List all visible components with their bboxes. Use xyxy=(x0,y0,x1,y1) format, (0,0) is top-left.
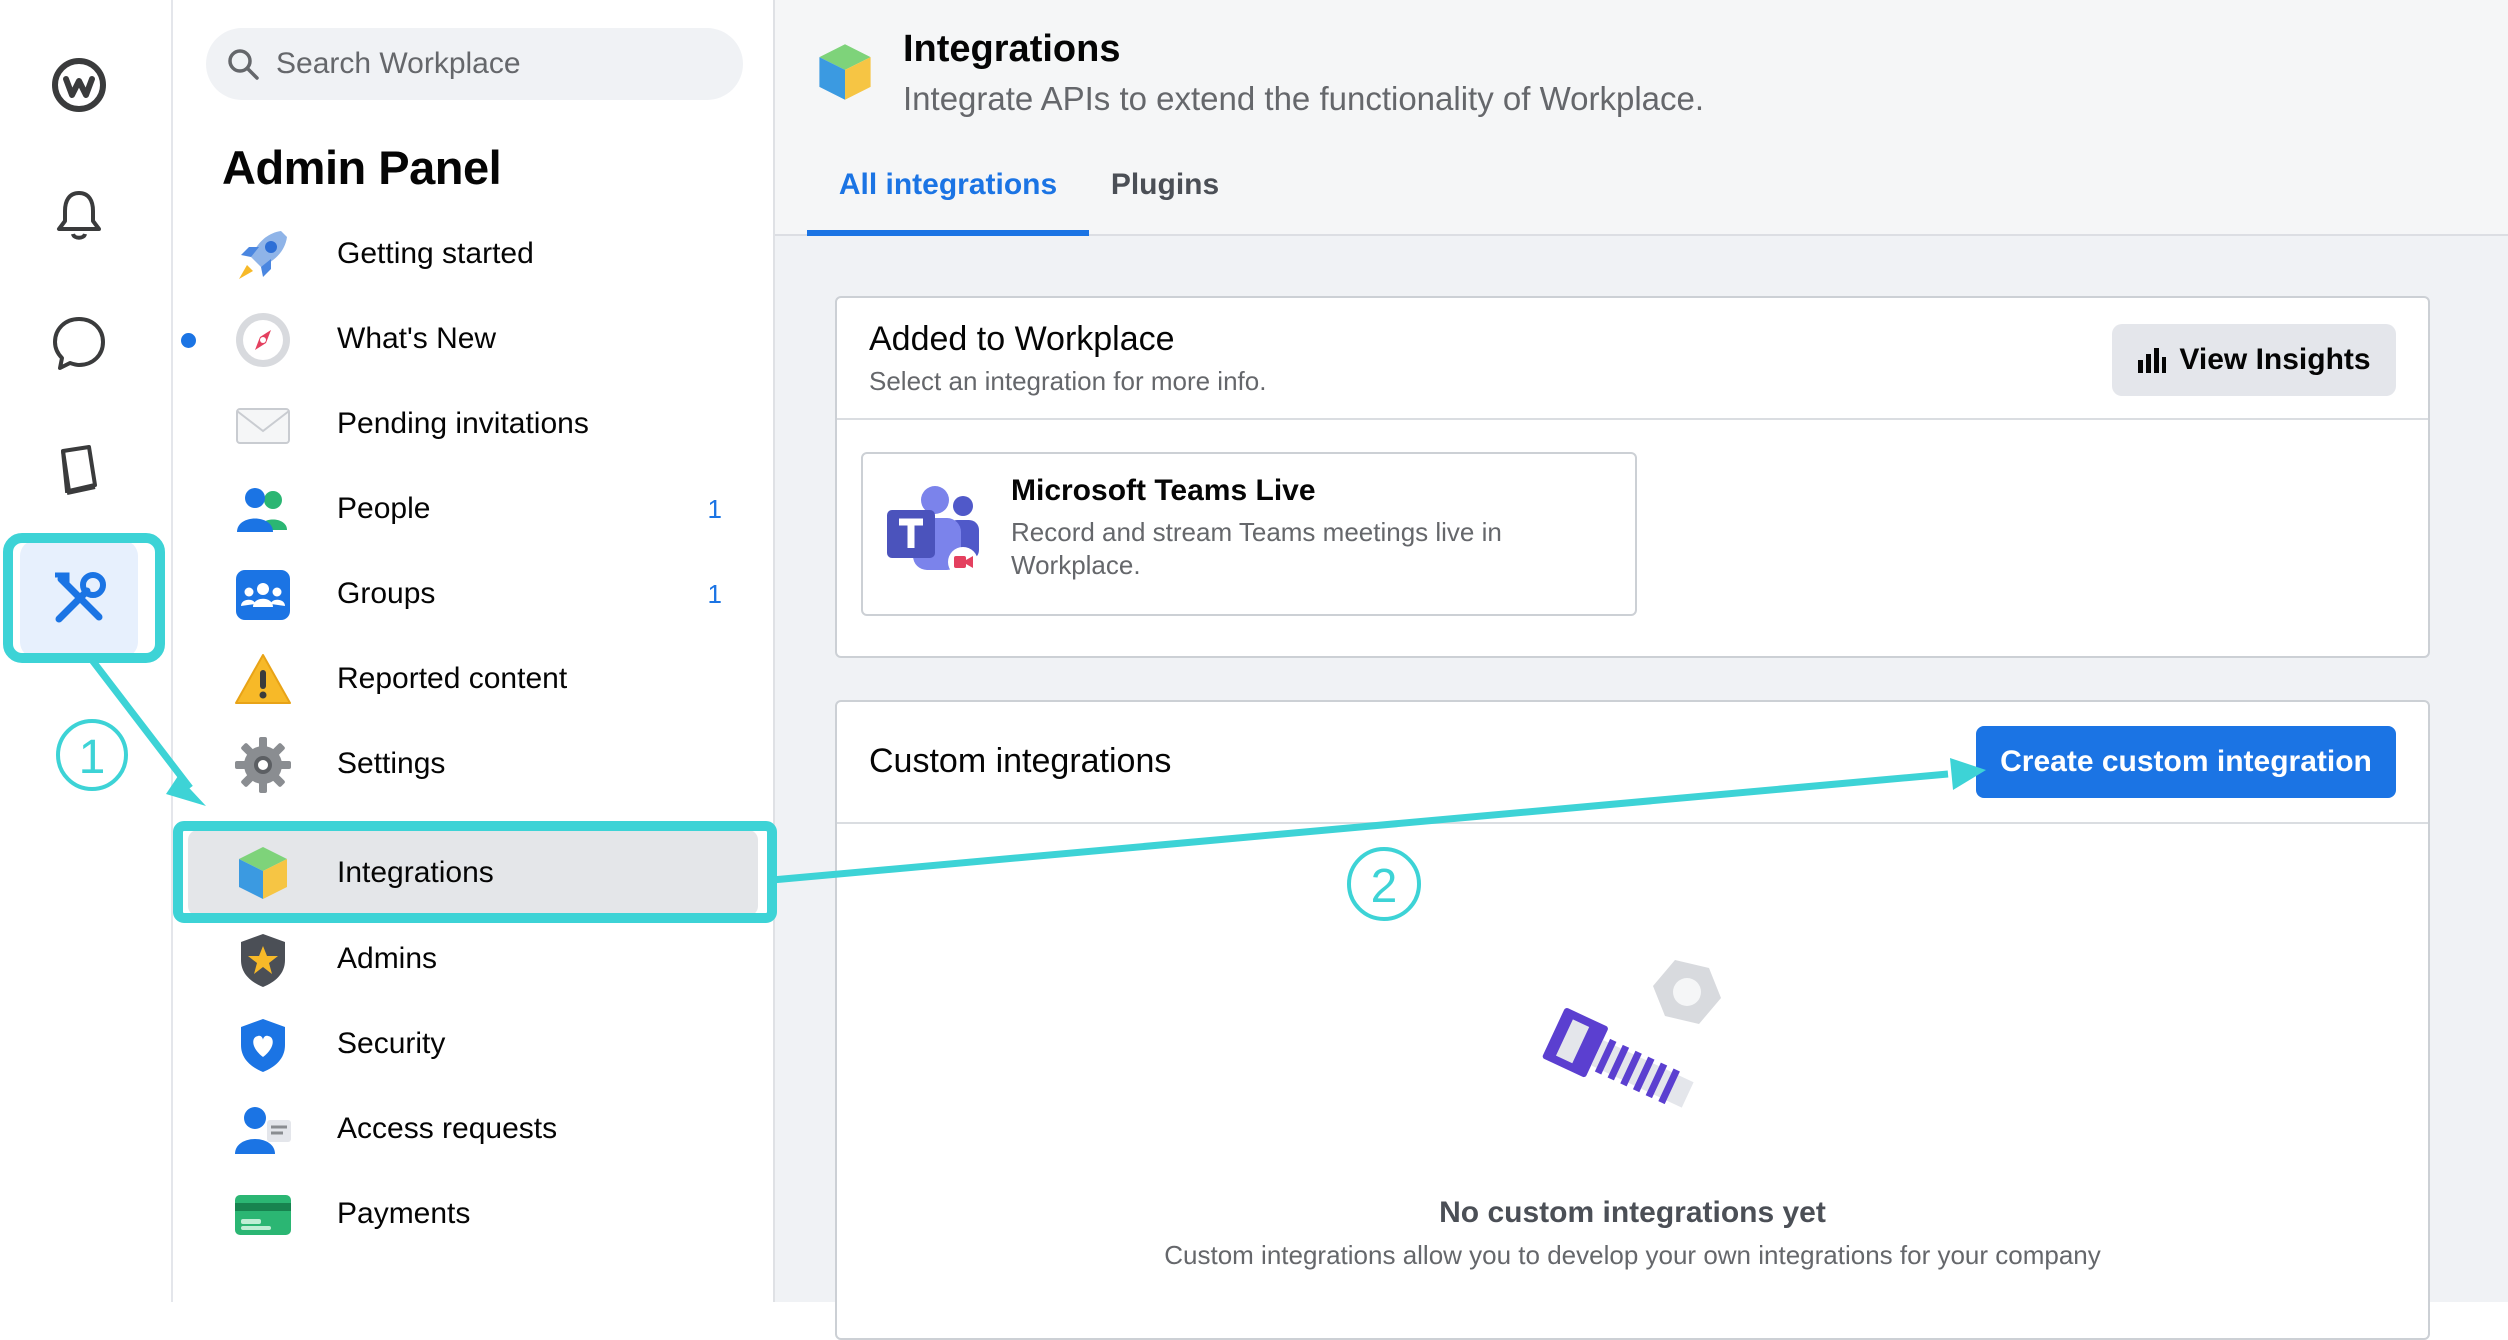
custom-section-title: Custom integrations xyxy=(869,742,1172,780)
sidebar-item-label: Pending invitations xyxy=(337,407,589,440)
create-custom-integration-button[interactable]: Create custom integration xyxy=(1976,726,2396,798)
gear-icon xyxy=(233,735,293,795)
sidebar-item-access-requests[interactable]: Access requests xyxy=(188,1087,758,1171)
workplace-logo-icon xyxy=(49,55,109,115)
sidebar-item-groups[interactable]: Groups 1 xyxy=(188,552,758,636)
main-content: Integrations Integrate APIs to extend th… xyxy=(775,0,2508,1340)
sidebar-item-integrations[interactable]: Integrations xyxy=(188,830,758,916)
sidebar-item-label: Settings xyxy=(337,747,446,780)
compass-icon xyxy=(233,310,293,370)
chat-bubble-icon xyxy=(49,313,109,373)
custom-integrations-card: Custom integrations Create custom integr… xyxy=(835,700,2430,1340)
empty-state-title: No custom integrations yet xyxy=(1439,1196,1826,1229)
sidebar-item-label: Groups xyxy=(337,577,436,610)
page-header: Integrations Integrate APIs to extend th… xyxy=(775,0,2508,236)
sidebar-item-whats-new[interactable]: What's New xyxy=(181,297,758,381)
sidebar-item-getting-started[interactable]: Getting started xyxy=(188,212,758,296)
people-count-badge: 1 xyxy=(707,493,722,524)
microsoft-teams-icon xyxy=(883,484,983,584)
divider xyxy=(837,418,2428,420)
tab-plugins[interactable]: Plugins xyxy=(1105,150,1225,236)
envelope-icon xyxy=(233,395,293,455)
sidebar-item-label: Security xyxy=(337,1027,446,1060)
panel-title: Admin Panel xyxy=(222,141,502,194)
sidebar-item-settings[interactable]: Settings xyxy=(188,722,758,806)
bar-chart-icon xyxy=(2137,346,2167,374)
sidebar-item-pending-invitations[interactable]: Pending invitations xyxy=(188,382,758,466)
person-request-icon xyxy=(233,1100,293,1160)
admin-sidebar: Admin Panel Getting started What's New P… xyxy=(173,0,775,1302)
sidebar-item-people[interactable]: People 1 xyxy=(188,467,758,551)
view-insights-label: View Insights xyxy=(2179,343,2371,376)
added-section-title: Added to Workplace xyxy=(869,320,1175,358)
integration-description: Record and stream Teams meetings live in… xyxy=(1011,517,1502,580)
chat-button[interactable] xyxy=(20,284,138,402)
people-icon xyxy=(233,480,293,540)
workplace-logo-button[interactable] xyxy=(20,26,138,144)
cube-icon xyxy=(233,843,293,903)
sidebar-item-reported-content[interactable]: Reported content xyxy=(188,637,758,721)
sidebar-item-label: Payments xyxy=(337,1197,471,1230)
groups-icon xyxy=(233,565,293,625)
sidebar-item-label: Access requests xyxy=(337,1112,558,1145)
sidebar-item-security[interactable]: Security xyxy=(188,1002,758,1086)
divider xyxy=(837,822,2428,824)
credit-card-icon xyxy=(233,1185,293,1245)
notifications-button[interactable] xyxy=(20,156,138,274)
added-section-subtitle: Select an integration for more info. xyxy=(869,366,1267,396)
sidebar-item-label: Integrations xyxy=(337,856,494,889)
sidebar-item-payments[interactable]: Payments xyxy=(188,1172,758,1256)
tab-all-integrations[interactable]: All integrations xyxy=(807,150,1089,236)
integration-card-microsoft-teams-live[interactable]: Microsoft Teams Live Record and stream T… xyxy=(861,452,1637,616)
knowledge-library-button[interactable] xyxy=(20,412,138,530)
sidebar-item-label: What's New xyxy=(337,322,497,355)
sidebar-item-label: People xyxy=(337,492,431,525)
shield-heart-icon xyxy=(233,1015,293,1075)
search-input[interactable] xyxy=(274,46,714,82)
view-insights-button[interactable]: View Insights xyxy=(2112,324,2396,396)
search-icon xyxy=(226,47,260,81)
page-title: Integrations xyxy=(903,28,1121,70)
admin-tools-button[interactable] xyxy=(20,540,138,658)
bell-icon xyxy=(49,185,109,245)
page-subtitle: Integrate APIs to extend the functionali… xyxy=(903,80,1705,117)
unread-dot xyxy=(181,333,196,348)
rocket-icon xyxy=(233,225,293,285)
left-rail xyxy=(0,0,173,1302)
tools-icon xyxy=(47,567,111,631)
integration-name: Microsoft Teams Live xyxy=(1011,474,1316,507)
book-icon xyxy=(49,441,109,501)
sidebar-item-label: Reported content xyxy=(337,662,568,695)
sidebar-item-label: Getting started xyxy=(337,237,534,270)
shield-star-icon xyxy=(233,930,293,990)
bolt-and-nut-illustration xyxy=(1537,952,1727,1132)
integrations-cube-icon xyxy=(813,40,877,104)
sidebar-item-admins[interactable]: Admins xyxy=(188,917,758,1001)
empty-state-description: Custom integrations allow you to develop… xyxy=(1164,1240,2101,1270)
sidebar-item-label: Admins xyxy=(337,942,438,975)
search-box[interactable] xyxy=(206,28,743,100)
added-to-workplace-card: Added to Workplace Select an integration… xyxy=(835,296,2430,658)
warning-icon xyxy=(233,650,293,710)
groups-count-badge: 1 xyxy=(707,578,722,609)
